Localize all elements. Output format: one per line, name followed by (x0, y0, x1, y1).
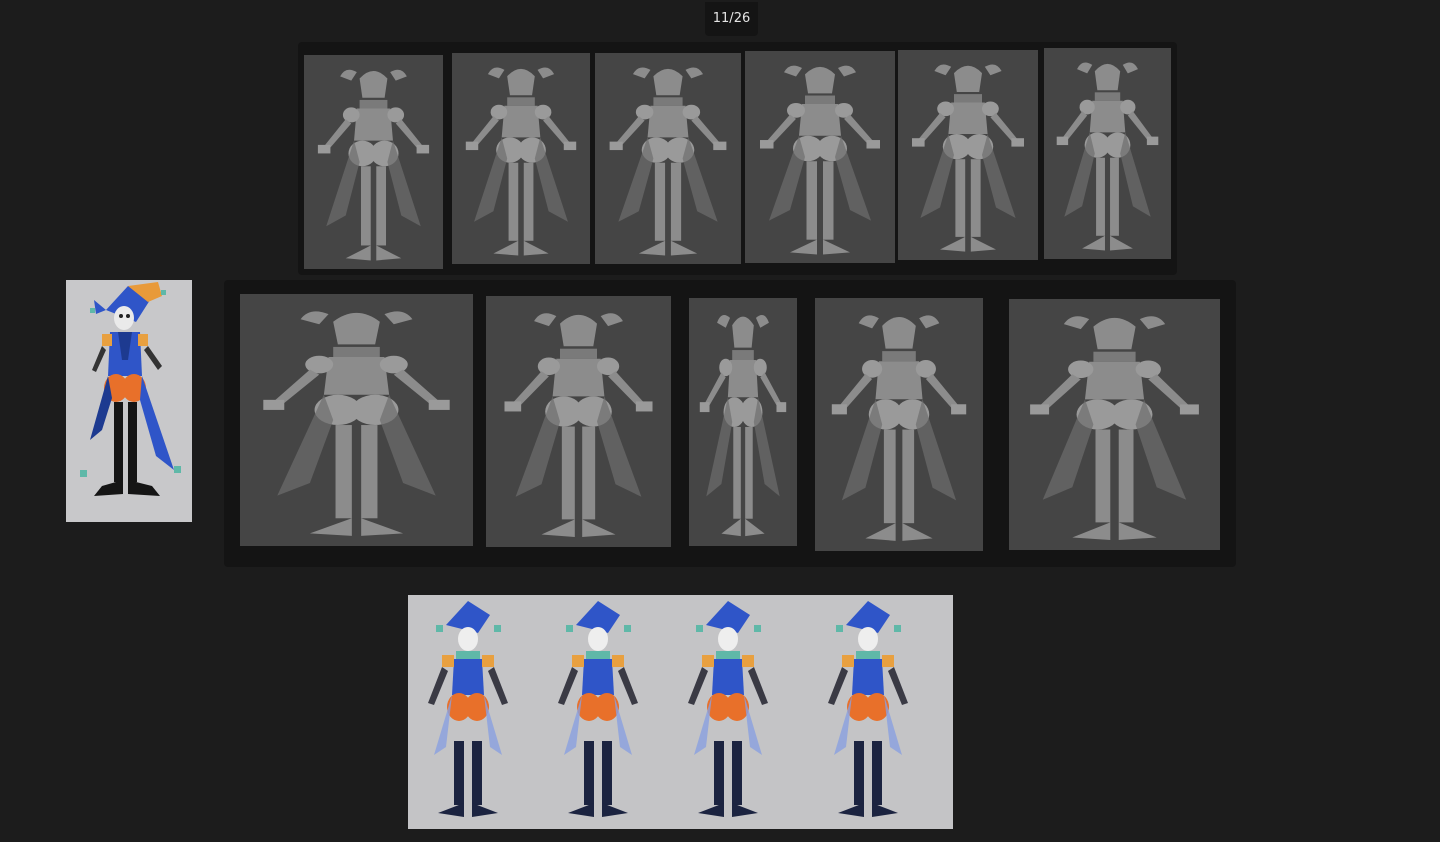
top-render-front[interactable] (304, 55, 443, 269)
sculpt-figure (912, 64, 1024, 252)
sculpt-figure (504, 313, 653, 537)
concept-turnaround-sheet[interactable] (408, 595, 953, 829)
top-render-three-quarter-front[interactable] (452, 53, 590, 264)
top-render-three-quarter-side[interactable] (1044, 48, 1171, 259)
jester-turnaround (428, 601, 908, 817)
jester-concept-figure (80, 282, 181, 496)
top-render-side[interactable] (595, 53, 741, 264)
page-counter: 11/26 (705, 2, 758, 36)
sculpt-figure (1056, 62, 1159, 251)
middle-render-front[interactable] (240, 294, 473, 546)
sculpt-figure (760, 65, 880, 255)
sculpt-figure (699, 315, 787, 537)
sculpt-figure (263, 311, 450, 536)
middle-render-three-quarter-front[interactable] (486, 296, 671, 547)
top-render-back[interactable] (745, 51, 895, 263)
top-render-three-quarter-back[interactable] (898, 50, 1038, 260)
sculpt-figure (609, 67, 727, 256)
sculpt-figure (317, 69, 430, 261)
sculpt-figure (465, 67, 577, 256)
sculpt-figure (1030, 316, 1199, 540)
concept-art-thumbnail[interactable] (66, 280, 192, 522)
image-viewer: 11/26 (0, 0, 1440, 842)
middle-render-three-quarter-back[interactable] (815, 298, 983, 551)
middle-render-back[interactable] (1009, 299, 1220, 550)
sculpt-figure (831, 315, 967, 541)
middle-render-side[interactable] (689, 298, 797, 546)
